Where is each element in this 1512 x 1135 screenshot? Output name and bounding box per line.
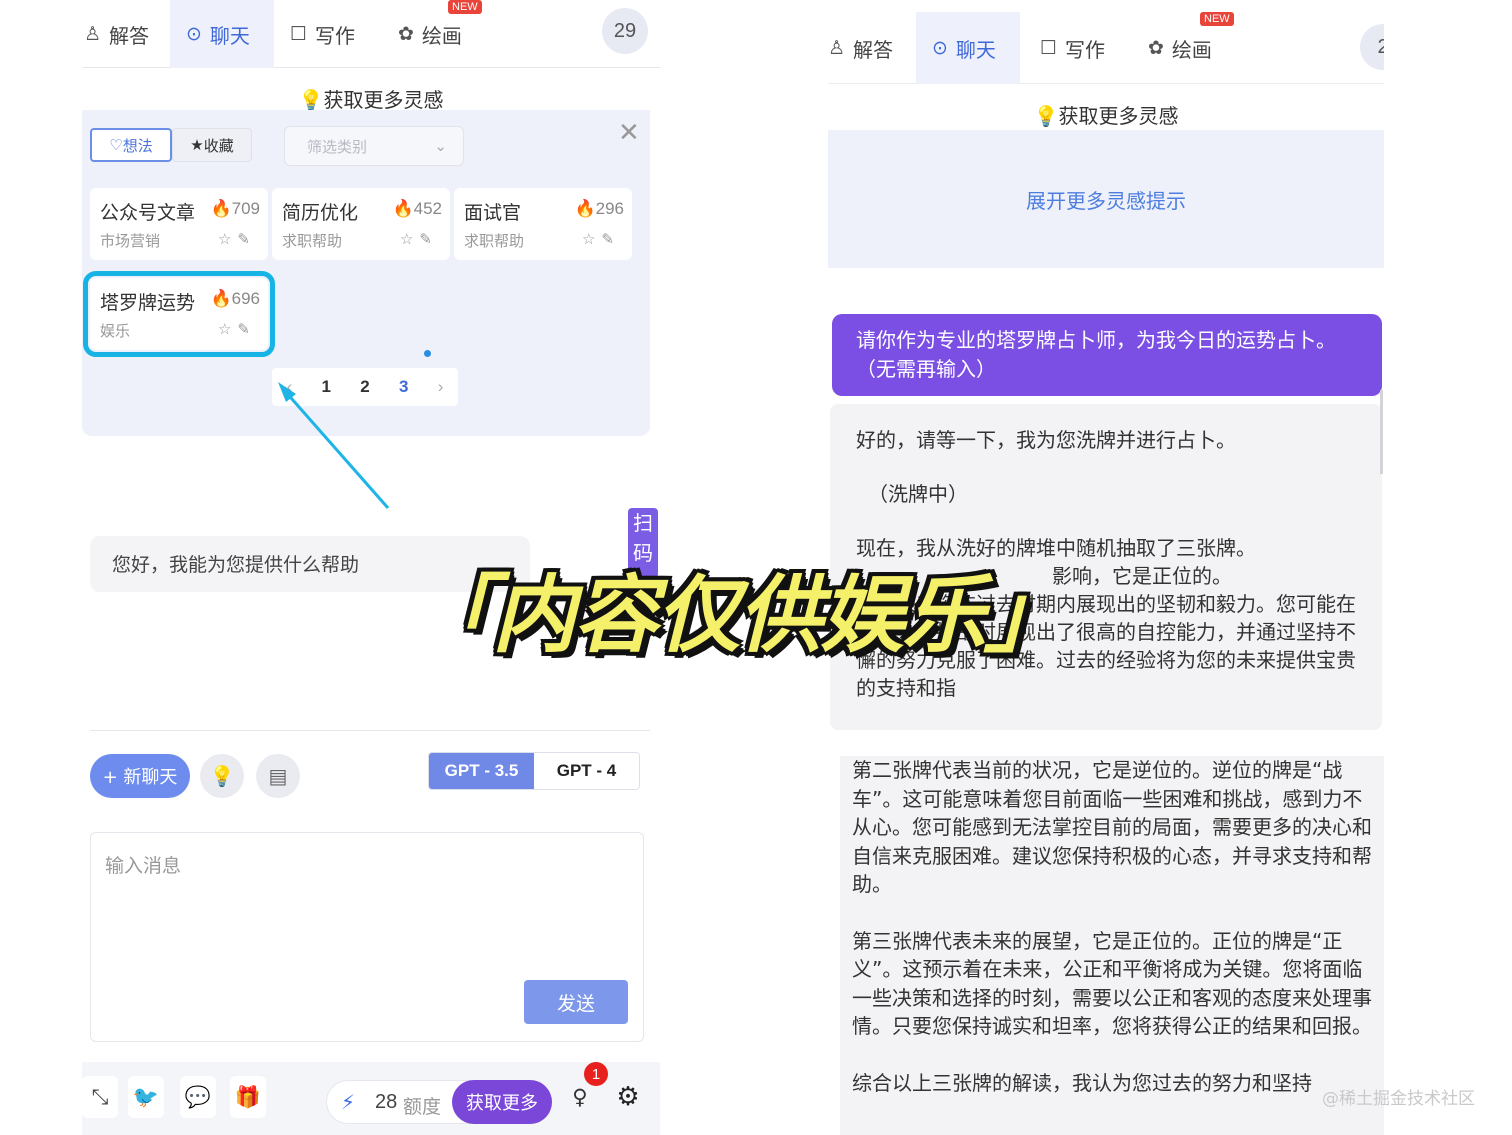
tab-write[interactable]: ☐ 写作 [1040,12,1130,84]
expand-prompts-link[interactable]: 展开更多灵感提示 [828,130,1384,268]
new-badge: NEW [1200,12,1234,26]
top-nav: ♙ 解答 ⊙ 聊天 ☐ 写作 ✿ 绘画 NEW 2 [828,12,1384,84]
paint-icon: ✿ [1148,37,1164,59]
watermark: @稀土掘金技术社区 [1322,1089,1475,1109]
tab-chat[interactable]: ⊙ 聊天 [916,12,1020,84]
inspiration-title[interactable]: 💡获取更多灵感 [828,100,1384,129]
assistant-message-continued: 第二张牌代表当前的状况，它是逆位的。逆位的牌是“战车”。这可能意味着您目前面临一… [840,756,1384,1135]
scrollbar[interactable] [1380,390,1383,474]
overlay-caption: 「内容仅供娱乐」 [410,566,1068,664]
count-badge[interactable]: 2 [1360,24,1384,70]
user-message: 请你作为专业的塔罗牌占卜师，为我今日的运势占卜。（无需再输入） [832,314,1382,396]
bulb-icon: 💡 [1033,104,1059,128]
write-icon: ☐ [1040,37,1058,59]
chat-icon: ⊙ [932,37,948,59]
answer-icon: ♙ [828,37,846,59]
tab-answer[interactable]: ♙ 解答 [828,12,914,84]
